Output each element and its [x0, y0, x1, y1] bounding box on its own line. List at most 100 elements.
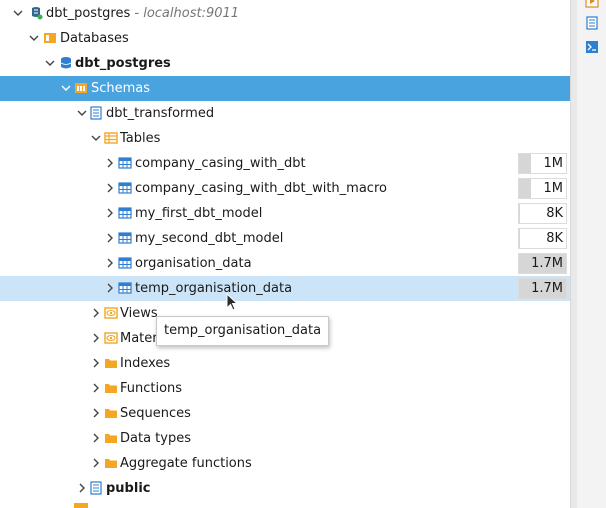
table-icon: [118, 181, 132, 195]
table-row[interactable]: my_second_dbt_model 8K: [0, 226, 570, 251]
tree-node-data-types[interactable]: Data types: [0, 426, 570, 451]
chevron-right-icon[interactable]: [89, 381, 103, 395]
folder-icon: [74, 503, 88, 508]
table-size: 1M: [543, 156, 564, 171]
chevron-right-icon[interactable]: [103, 281, 117, 295]
tree-node-schemas[interactable]: Schemas: [0, 76, 570, 101]
tree-node-functions[interactable]: Functions: [0, 376, 570, 401]
databases-label: Databases: [60, 31, 129, 46]
table-size-bar: 8K: [518, 228, 567, 249]
table-size-bar: 1.7M: [518, 253, 567, 274]
table-name: my_second_dbt_model: [135, 231, 284, 246]
size-fill: [519, 154, 531, 173]
chevron-right-icon[interactable]: [103, 181, 117, 195]
folder-label: Sequences: [120, 406, 191, 421]
chevron-right-icon[interactable]: [89, 456, 103, 470]
tables-label: Tables: [120, 131, 161, 146]
table-name: temp_organisation_data: [135, 281, 293, 296]
chevron-down-icon[interactable]: [27, 31, 41, 45]
table-name: company_casing_with_dbt: [135, 156, 306, 171]
database-label: dbt_postgres: [75, 56, 171, 71]
folder-icon: [104, 381, 118, 395]
schema-icon: [89, 106, 103, 120]
chevron-down-icon[interactable]: [59, 81, 73, 95]
connection-host: - localhost:9011: [130, 6, 240, 21]
table-row[interactable]: my_first_dbt_model 8K: [0, 201, 570, 226]
table-size: 1.7M: [531, 256, 563, 271]
size-fill: [519, 204, 520, 223]
schema-label: public: [106, 481, 151, 496]
table-name: organisation_data: [135, 256, 252, 271]
table-row[interactable]: organisation_data 1.7M: [0, 251, 570, 276]
tree-node-schema[interactable]: dbt_transformed: [0, 101, 570, 126]
table-icon: [118, 281, 132, 295]
folder-label: Views: [120, 306, 158, 321]
table-icon: [118, 156, 132, 170]
right-toolbar: [570, 0, 606, 508]
table-name: company_casing_with_dbt_with_macro: [135, 181, 387, 196]
chevron-down-icon[interactable]: [89, 131, 103, 145]
views-folder-icon: [104, 306, 118, 320]
folder-label: Data types: [120, 431, 191, 446]
tree-node-connection[interactable]: dbt_postgres - localhost:9011: [0, 1, 570, 26]
materialized-views-folder-icon: [104, 331, 118, 345]
chevron-right-icon[interactable]: [89, 306, 103, 320]
chevron-down-icon[interactable]: [43, 56, 57, 70]
folder-label: Aggregate functions: [120, 456, 252, 471]
table-size: 8K: [546, 206, 563, 221]
tree-node-tables[interactable]: Tables: [0, 126, 570, 151]
folder-icon: [104, 431, 118, 445]
table-icon: [118, 256, 132, 270]
chevron-down-icon[interactable]: [75, 106, 89, 120]
tree-node-sequences[interactable]: Sequences: [0, 401, 570, 426]
chevron-right-icon[interactable]: [75, 481, 89, 495]
table-size: 1.7M: [531, 281, 563, 296]
tree-node-databases[interactable]: Databases: [0, 26, 570, 51]
database-navigator-tree: dbt_postgres - localhost:9011 Databases …: [0, 0, 570, 508]
folder-icon: [104, 356, 118, 370]
folder-label: Functions: [120, 381, 183, 396]
chevron-right-icon[interactable]: [89, 406, 103, 420]
schema-label: dbt_transformed: [106, 106, 215, 121]
database-icon: [59, 56, 73, 70]
table-row[interactable]: temp_organisation_data 1.7M: [0, 276, 570, 301]
connection-label: dbt_postgres - localhost:9011: [46, 6, 240, 21]
chevron-down-icon[interactable]: [11, 6, 25, 20]
folder-label: Mater: [120, 331, 158, 346]
chevron-right-icon[interactable]: [89, 431, 103, 445]
chevron-right-icon[interactable]: [103, 256, 117, 270]
folder-icon: [104, 456, 118, 470]
table-name: my_first_dbt_model: [135, 206, 263, 221]
schemas-label: Schemas: [91, 81, 151, 96]
table-size-bar: 1.7M: [518, 278, 567, 299]
chevron-right-icon[interactable]: [103, 156, 117, 170]
chevron-right-icon[interactable]: [103, 206, 117, 220]
databases-folder-icon: [43, 31, 57, 45]
tree-node-indexes[interactable]: Indexes: [0, 351, 570, 376]
mouse-pointer-icon: [226, 292, 240, 313]
table-size-bar: 1M: [518, 178, 567, 199]
table-size-bar: 1M: [518, 153, 567, 174]
table-icon: [118, 206, 132, 220]
table-row[interactable]: company_casing_with_dbt_with_macro 1M: [0, 176, 570, 201]
chevron-right-icon[interactable]: [89, 331, 103, 345]
table-size: 8K: [546, 231, 563, 246]
tree-node-aggregate-functions[interactable]: Aggregate functions: [0, 451, 570, 476]
chevron-right-icon[interactable]: [103, 231, 117, 245]
postgres-connection-icon: [29, 6, 43, 20]
size-fill: [519, 179, 531, 198]
tree-node-public-schema[interactable]: public: [0, 476, 570, 501]
document-icon[interactable]: [585, 16, 599, 30]
folder-label: Indexes: [120, 356, 171, 371]
run-script-icon[interactable]: [585, 0, 599, 8]
table-size: 1M: [543, 181, 564, 196]
terminal-icon[interactable]: [585, 40, 599, 54]
chevron-right-icon[interactable]: [89, 356, 103, 370]
table-icon: [118, 231, 132, 245]
folder-icon: [104, 406, 118, 420]
scrollbar-track[interactable]: [571, 0, 577, 508]
size-fill: [519, 229, 520, 248]
tree-node-database[interactable]: dbt_postgres: [0, 51, 570, 76]
table-row[interactable]: company_casing_with_dbt 1M: [0, 151, 570, 176]
table-size-bar: 8K: [518, 203, 567, 224]
